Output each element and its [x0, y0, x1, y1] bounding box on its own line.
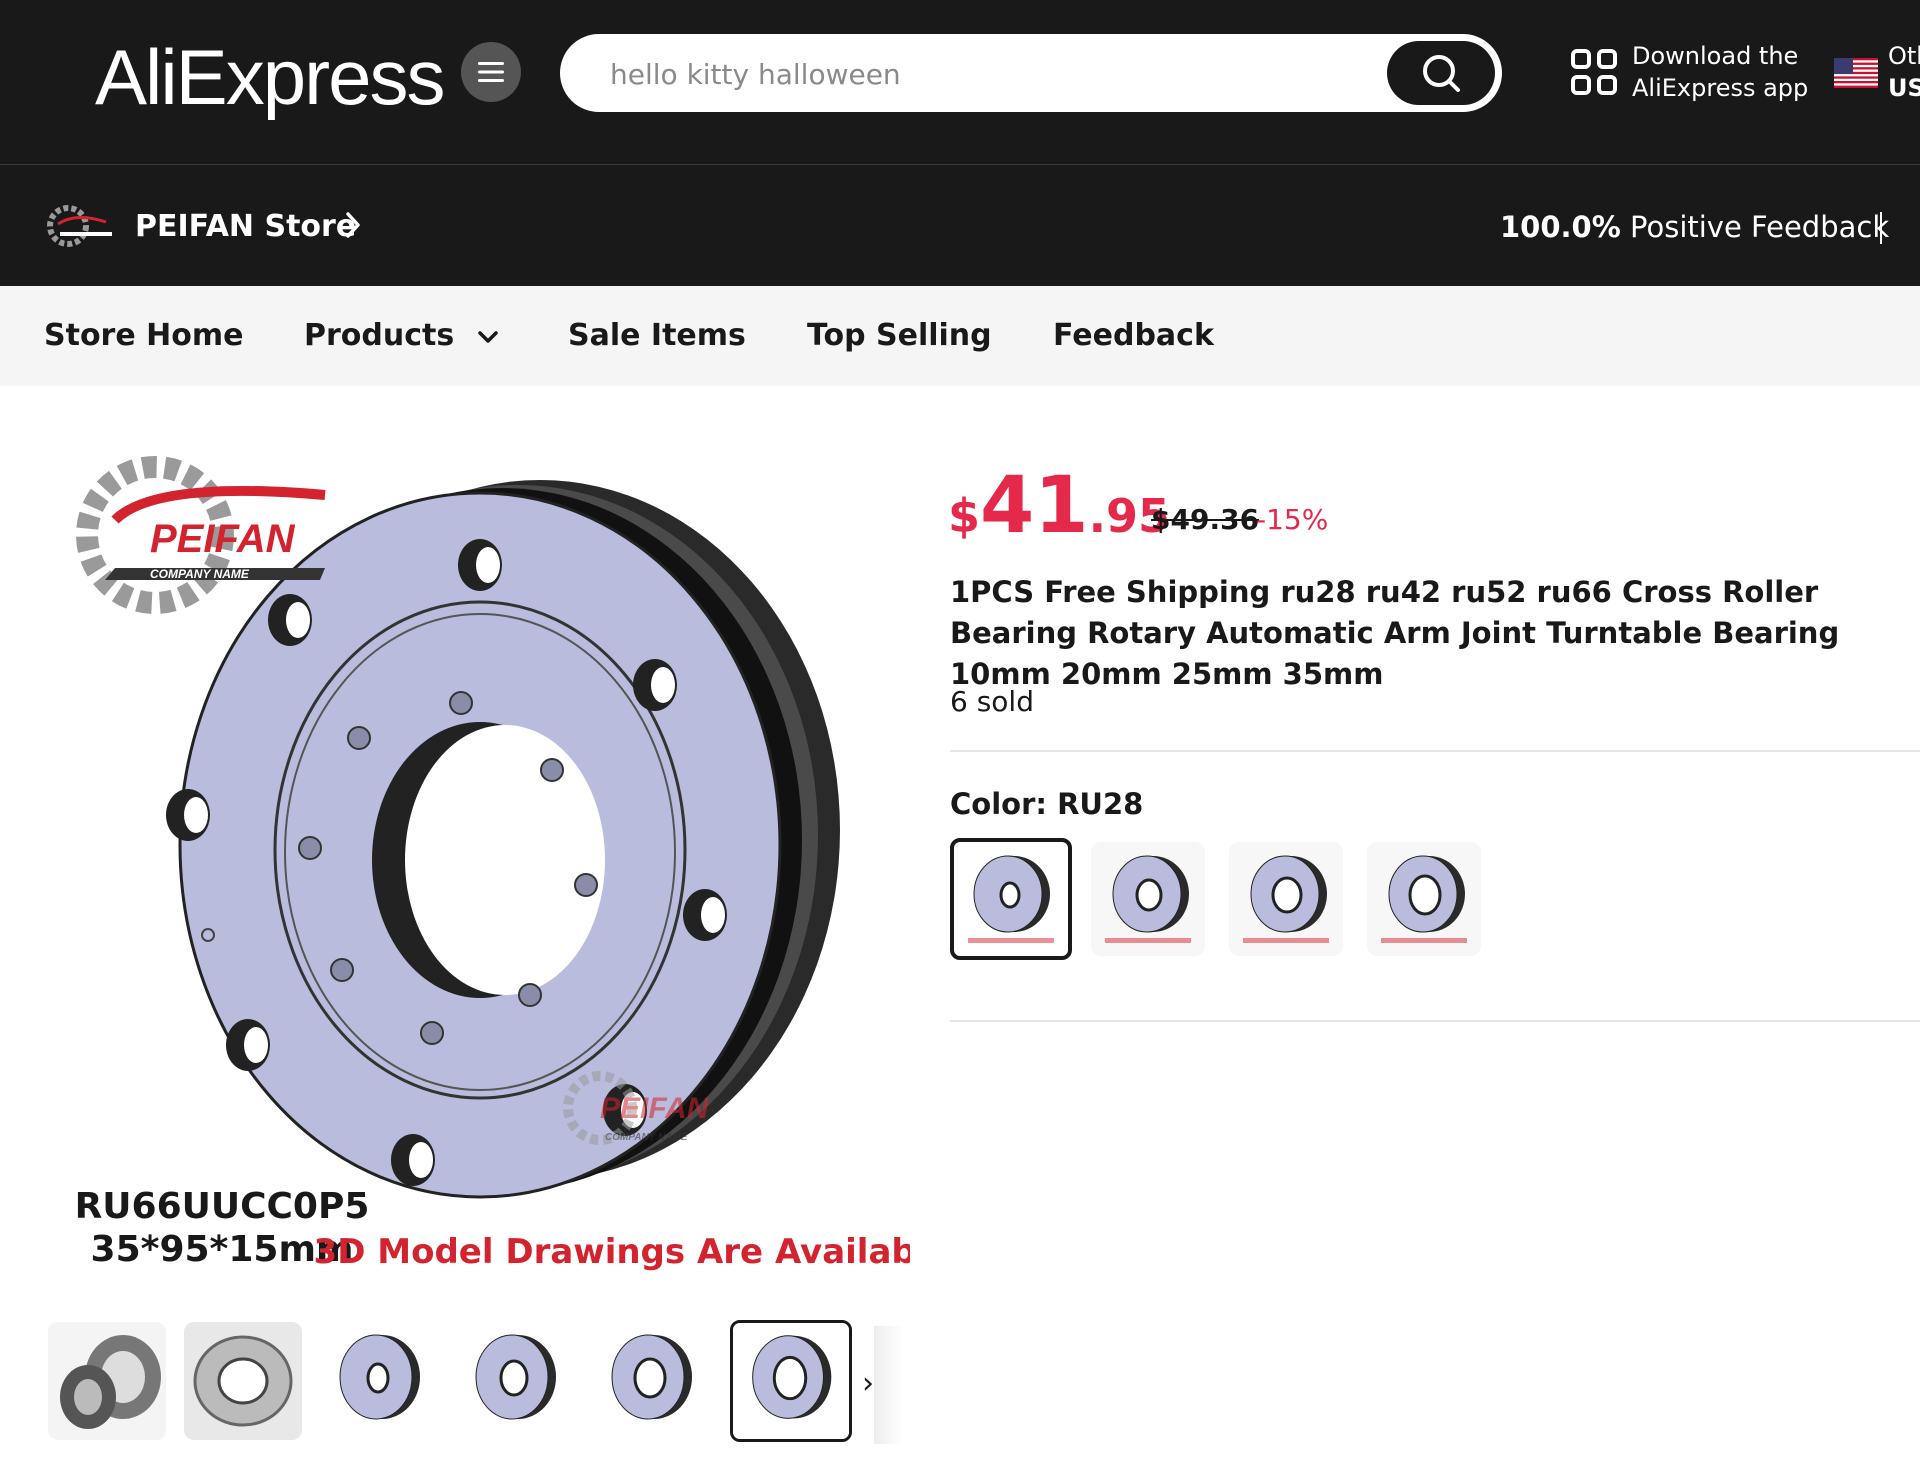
thumbnail[interactable] [48, 1322, 166, 1440]
download-app-line1: Download the [1632, 42, 1799, 70]
original-price: $49.36 [1151, 503, 1260, 536]
lang-line1: Oth [1888, 42, 1920, 70]
main-product-image[interactable]: PEIFAN COMPANY NAME PEIFAN COMPANY NAME … [40, 430, 950, 1300]
product-title: 1PCS Free Shipping ru28 ru42 ru52 ru66 C… [950, 575, 1840, 691]
feedback-label: Positive Feedback [1620, 210, 1890, 244]
thumbnail[interactable] [320, 1322, 438, 1440]
thumbnail-active[interactable] [730, 1320, 852, 1442]
divider [950, 750, 1920, 752]
divider [1880, 212, 1882, 244]
divider [950, 1020, 1920, 1022]
nav-top-selling[interactable]: Top Selling [807, 314, 992, 358]
image-model: RU66UUCC0P5 [75, 1186, 370, 1227]
thumbnail-next-arrow[interactable]: › [862, 1366, 874, 1401]
chevron-right-icon[interactable] [343, 210, 363, 244]
thumbnail[interactable] [184, 1322, 302, 1440]
store-logo[interactable] [46, 204, 116, 252]
sold-count: 6 sold [950, 685, 1034, 718]
color-swatch-selected[interactable] [950, 838, 1072, 960]
image-note: 3D Model Drawings Are Available [314, 1232, 910, 1272]
image-brand-text: PEIFAN [150, 517, 296, 561]
lang-line2: US [1888, 74, 1920, 102]
nav-products[interactable]: Products [304, 314, 499, 358]
search-button[interactable] [1387, 41, 1495, 105]
color-swatch[interactable] [1091, 842, 1205, 956]
language-currency-selector[interactable]: Oth US [1888, 40, 1920, 104]
price-integer: 41 [980, 461, 1089, 551]
us-flag-icon[interactable] [1834, 58, 1878, 88]
nav-store-home[interactable]: Store Home [44, 314, 243, 358]
thumbnail-partial[interactable] [874, 1326, 904, 1444]
thumbnail[interactable] [592, 1322, 710, 1440]
search-bar [560, 34, 1502, 112]
color-swatch[interactable] [1229, 842, 1343, 956]
nav-feedback[interactable]: Feedback [1053, 314, 1214, 358]
nav-sale-items[interactable]: Sale Items [568, 314, 746, 358]
color-label: Color: RU28 [950, 787, 1144, 821]
download-app-link[interactable]: Download the AliExpress app [1632, 40, 1808, 104]
store-name[interactable]: PEIFAN Store [135, 206, 356, 248]
thumbnail[interactable] [456, 1322, 574, 1440]
feedback-percent: 100.0% [1500, 210, 1621, 244]
menu-button[interactable] [461, 42, 521, 102]
hamburger-icon [478, 62, 504, 82]
image-brand-sub: COMPANY NAME [150, 567, 250, 581]
chevron-down-icon [477, 330, 498, 343]
qr-code-icon[interactable] [1570, 48, 1618, 100]
watermark-brand-sub: COMPANY NAME [605, 1132, 688, 1143]
watermark-brand: PEIFAN [600, 1092, 710, 1125]
price-currency: $ [948, 489, 981, 543]
aliexpress-logo[interactable]: AliExpress [95, 32, 445, 122]
color-swatch[interactable] [1367, 842, 1481, 956]
discount-badge: -15% [1256, 503, 1329, 536]
positive-feedback: 100.0% Positive Feedback [1500, 206, 1889, 248]
current-price: $41.95 [948, 456, 1170, 577]
download-app-line2: AliExpress app [1632, 74, 1809, 102]
nav-products-label: Products [304, 318, 455, 353]
search-input[interactable] [608, 37, 1312, 111]
search-icon [1423, 55, 1460, 92]
